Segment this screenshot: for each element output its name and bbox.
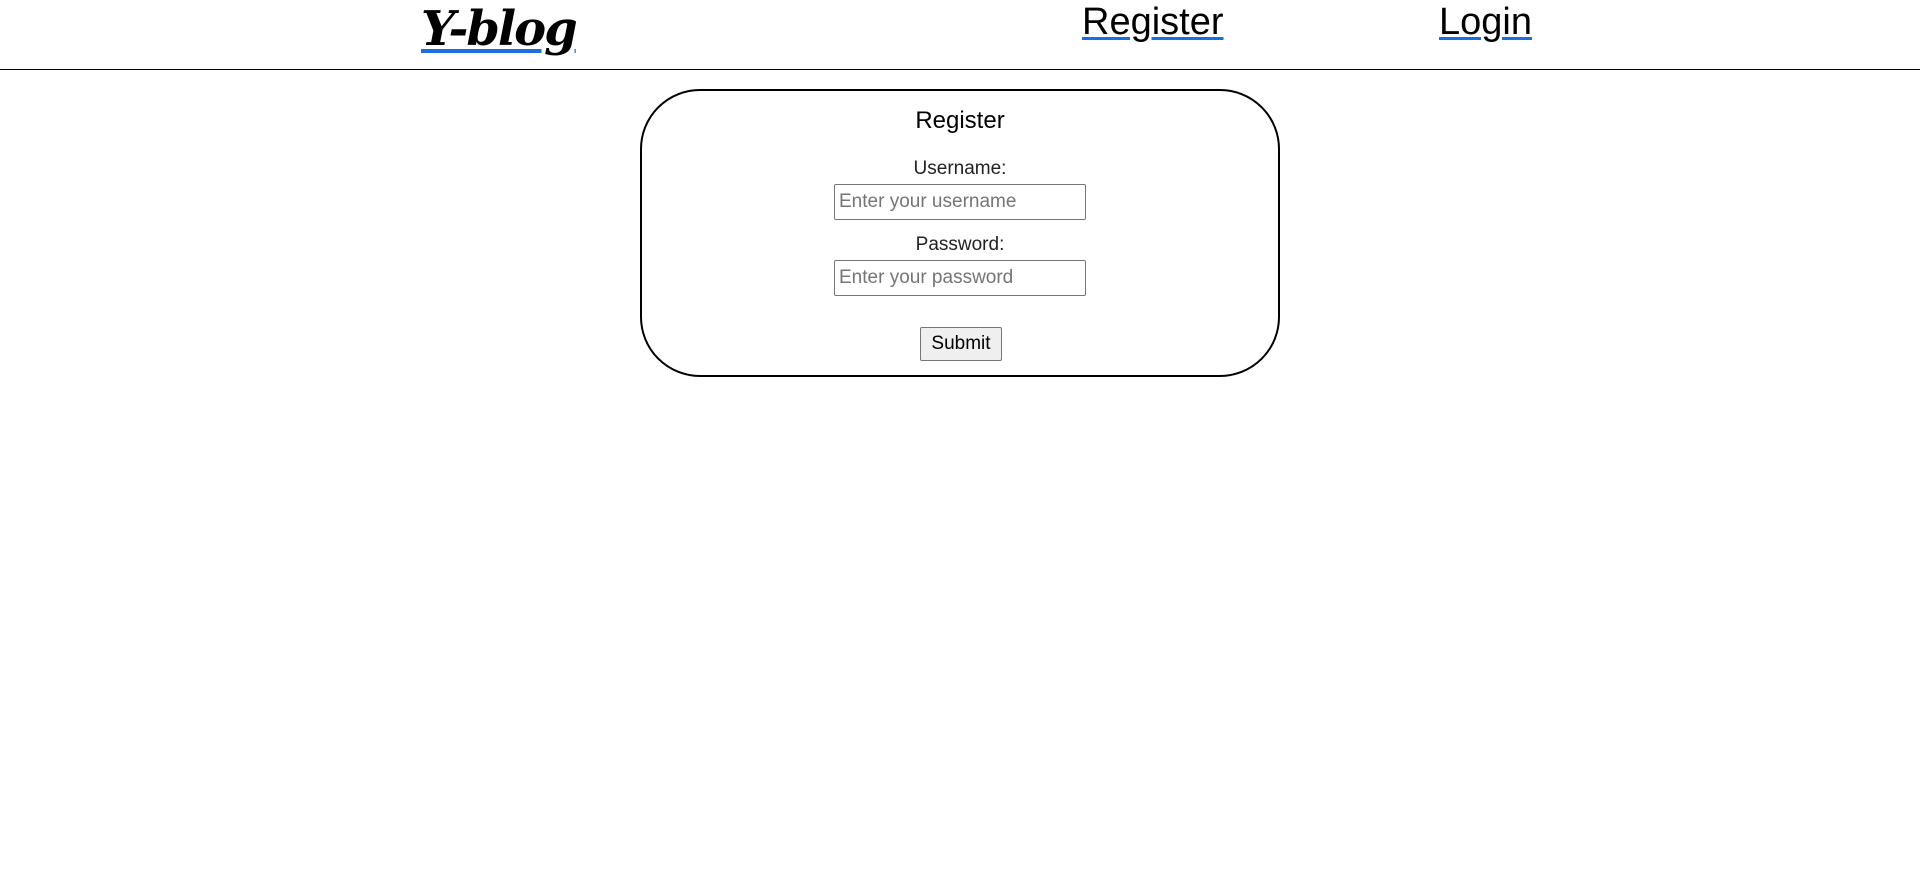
navbar: Y-blog Register Login (0, 0, 1920, 70)
password-label: Password: (915, 234, 1005, 255)
nav-login-link[interactable]: Login (1439, 0, 1532, 44)
nav-register-link[interactable]: Register (1082, 0, 1224, 44)
form-title: Register (915, 107, 1005, 134)
register-form: Register Username: Password: Submit (640, 89, 1280, 377)
username-input[interactable] (834, 184, 1086, 220)
submit-button[interactable]: Submit (920, 327, 1002, 361)
password-input[interactable] (834, 260, 1086, 296)
username-label: Username: (913, 158, 1007, 179)
brand-logo-link[interactable]: Y-blog (421, 2, 578, 56)
